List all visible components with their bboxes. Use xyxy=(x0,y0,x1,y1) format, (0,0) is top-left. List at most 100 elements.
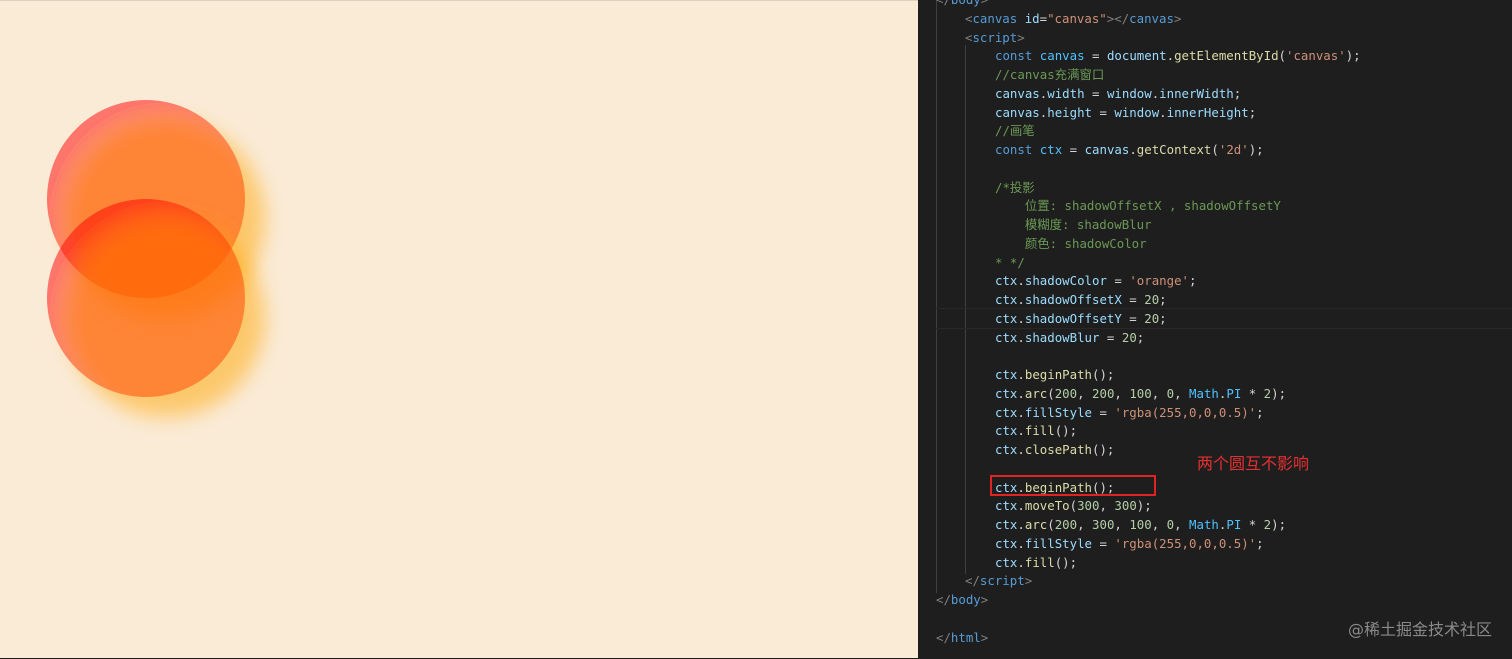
code-token: canvas xyxy=(1039,48,1085,64)
code-token: ; xyxy=(1233,85,1242,101)
code-token: ></ xyxy=(1106,10,1130,26)
code-token: "canvas" xyxy=(1047,10,1107,26)
code-line[interactable]: ctx.shadowColor = 'orange'; xyxy=(995,271,1196,290)
code-token: 300 xyxy=(1077,498,1100,514)
code-line[interactable]: ctx.fillStyle = 'rgba(255,0,0,0.5)'; xyxy=(995,403,1264,422)
code-token: (); xyxy=(1054,554,1078,570)
code-token: ; xyxy=(1189,273,1197,289)
code-token: </ xyxy=(936,629,951,645)
code-line[interactable]: ctx.arc(200, 200, 100, 0, Math.PI * 2); xyxy=(995,384,1286,403)
code-token: html xyxy=(950,629,981,645)
code-token: , xyxy=(1077,517,1093,532)
code-line[interactable]: ctx.moveTo(300, 300); xyxy=(995,496,1152,515)
code-token: . xyxy=(1017,329,1025,345)
code-token: 300 xyxy=(1114,498,1137,514)
code-token: ctx xyxy=(995,404,1018,420)
code-token: 'rgba(255,0,0,0.5)' xyxy=(1114,404,1257,420)
code-token: = xyxy=(1092,404,1115,420)
code-line[interactable]: ctx.shadowBlur = 20; xyxy=(995,328,1144,347)
code-token: , xyxy=(1174,517,1190,532)
code-token: 颜色: shadowColor xyxy=(995,235,1147,251)
code-token: ); xyxy=(1248,142,1264,157)
code-line[interactable]: </body> xyxy=(936,590,988,609)
code-token: </ xyxy=(936,592,951,607)
code-line[interactable]: * */ xyxy=(995,253,1025,272)
code-token: 300 xyxy=(1092,517,1115,532)
code-line[interactable]: ctx.closePath(); xyxy=(995,440,1114,459)
code-token: shadowOffsetX xyxy=(1024,292,1122,307)
code-token: '2d' xyxy=(1218,142,1249,157)
code-token: , xyxy=(1077,385,1093,401)
code-token: const xyxy=(995,142,1033,157)
code-token: 200 xyxy=(1092,385,1115,401)
code-token: = xyxy=(1084,48,1107,64)
code-token: ; xyxy=(1248,104,1257,120)
code-token: ctx xyxy=(995,498,1018,514)
code-token: window xyxy=(1114,104,1160,120)
code-token: ); xyxy=(1271,517,1287,532)
code-line[interactable]: ctx.fill(); xyxy=(995,553,1077,572)
code-token: > xyxy=(1017,29,1025,45)
code-line[interactable]: <script> xyxy=(965,28,1025,47)
code-token: , xyxy=(1151,385,1167,401)
code-token: > xyxy=(980,592,989,607)
code-line[interactable]: ctx.fill(); xyxy=(995,421,1077,440)
code-line[interactable]: 模糊度: shadowBlur xyxy=(995,215,1152,234)
code-line[interactable]: //canvas充满窗口 xyxy=(995,65,1104,84)
code-token: . xyxy=(1017,310,1025,326)
code-token: (); xyxy=(1054,423,1078,439)
code-token: innerHeight xyxy=(1166,104,1249,120)
code-line[interactable]: ctx.shadowOffsetY = 20; xyxy=(995,309,1167,328)
code-token: . xyxy=(1017,517,1025,532)
code-token: * xyxy=(1241,517,1264,532)
code-token: fillStyle xyxy=(1024,404,1092,420)
code-token: ( xyxy=(1211,142,1219,157)
code-token: ctx xyxy=(995,273,1018,289)
code-token: 20 xyxy=(1121,329,1137,345)
code-line[interactable]: ctx.shadowOffsetX = 20; xyxy=(995,290,1167,309)
code-token: . xyxy=(1017,404,1025,420)
code-line[interactable]: </html> xyxy=(936,628,988,647)
code-token: canvas xyxy=(1129,10,1174,26)
code-token: ; xyxy=(1159,310,1167,326)
circle-2 xyxy=(47,199,245,397)
code-token: ; xyxy=(1256,535,1264,551)
code-token: shadowColor xyxy=(1024,273,1107,289)
code-token: 'canvas' xyxy=(1286,48,1346,64)
code-line[interactable]: const canvas = document.getElementById('… xyxy=(995,46,1361,65)
watermark: @稀土掘金技术社区 xyxy=(1347,620,1492,639)
code-line[interactable]: <canvas id="canvas"></canvas> xyxy=(965,9,1181,28)
code-token: 'rgba(255,0,0,0.5)' xyxy=(1114,535,1257,551)
code-line[interactable]: const ctx = canvas.getContext('2d'); xyxy=(995,140,1264,159)
code-token: , xyxy=(1174,385,1190,401)
code-editor[interactable]: </body><canvas id="canvas"></canvas><scr… xyxy=(918,0,1512,658)
code-token: 0 xyxy=(1166,385,1175,401)
code-line[interactable]: ctx.beginPath(); xyxy=(995,365,1114,384)
code-line[interactable]: /*投影 xyxy=(995,178,1035,197)
code-token: ctx xyxy=(995,517,1018,532)
code-line[interactable]: //画笔 xyxy=(995,121,1035,140)
code-token: fill xyxy=(1024,423,1055,439)
code-token: > xyxy=(1173,10,1182,26)
code-line[interactable]: canvas.width = window.innerWidth; xyxy=(995,84,1241,103)
code-token: . xyxy=(1129,142,1137,157)
code-token: beginPath xyxy=(1024,367,1092,382)
code-token: 20 xyxy=(1144,310,1160,326)
code-token: 模糊度: shadowBlur xyxy=(995,217,1152,232)
code-token: ctx xyxy=(995,292,1018,307)
code-token: ctx xyxy=(995,554,1018,570)
code-line[interactable]: 颜色: shadowColor xyxy=(995,234,1147,253)
code-token: = xyxy=(1092,104,1115,120)
code-line[interactable]: ctx.arc(200, 300, 100, 0, Math.PI * 2); xyxy=(995,515,1286,534)
code-token: PI xyxy=(1226,385,1242,401)
code-token: ctx xyxy=(995,310,1018,326)
code-token: //画笔 xyxy=(995,123,1035,139)
code-line[interactable]: canvas.height = window.innerHeight; xyxy=(995,103,1256,122)
code-token: id xyxy=(1024,10,1040,26)
code-line[interactable]: </script> xyxy=(965,571,1032,590)
code-line[interactable]: </body> xyxy=(936,0,988,9)
code-line[interactable]: ctx.fillStyle = 'rgba(255,0,0,0.5)'; xyxy=(995,534,1264,553)
code-token: 100 xyxy=(1129,517,1152,532)
code-token: 位置: shadowOffsetX , shadowOffsetY xyxy=(995,198,1281,214)
code-line[interactable]: 位置: shadowOffsetX , shadowOffsetY xyxy=(995,196,1281,215)
